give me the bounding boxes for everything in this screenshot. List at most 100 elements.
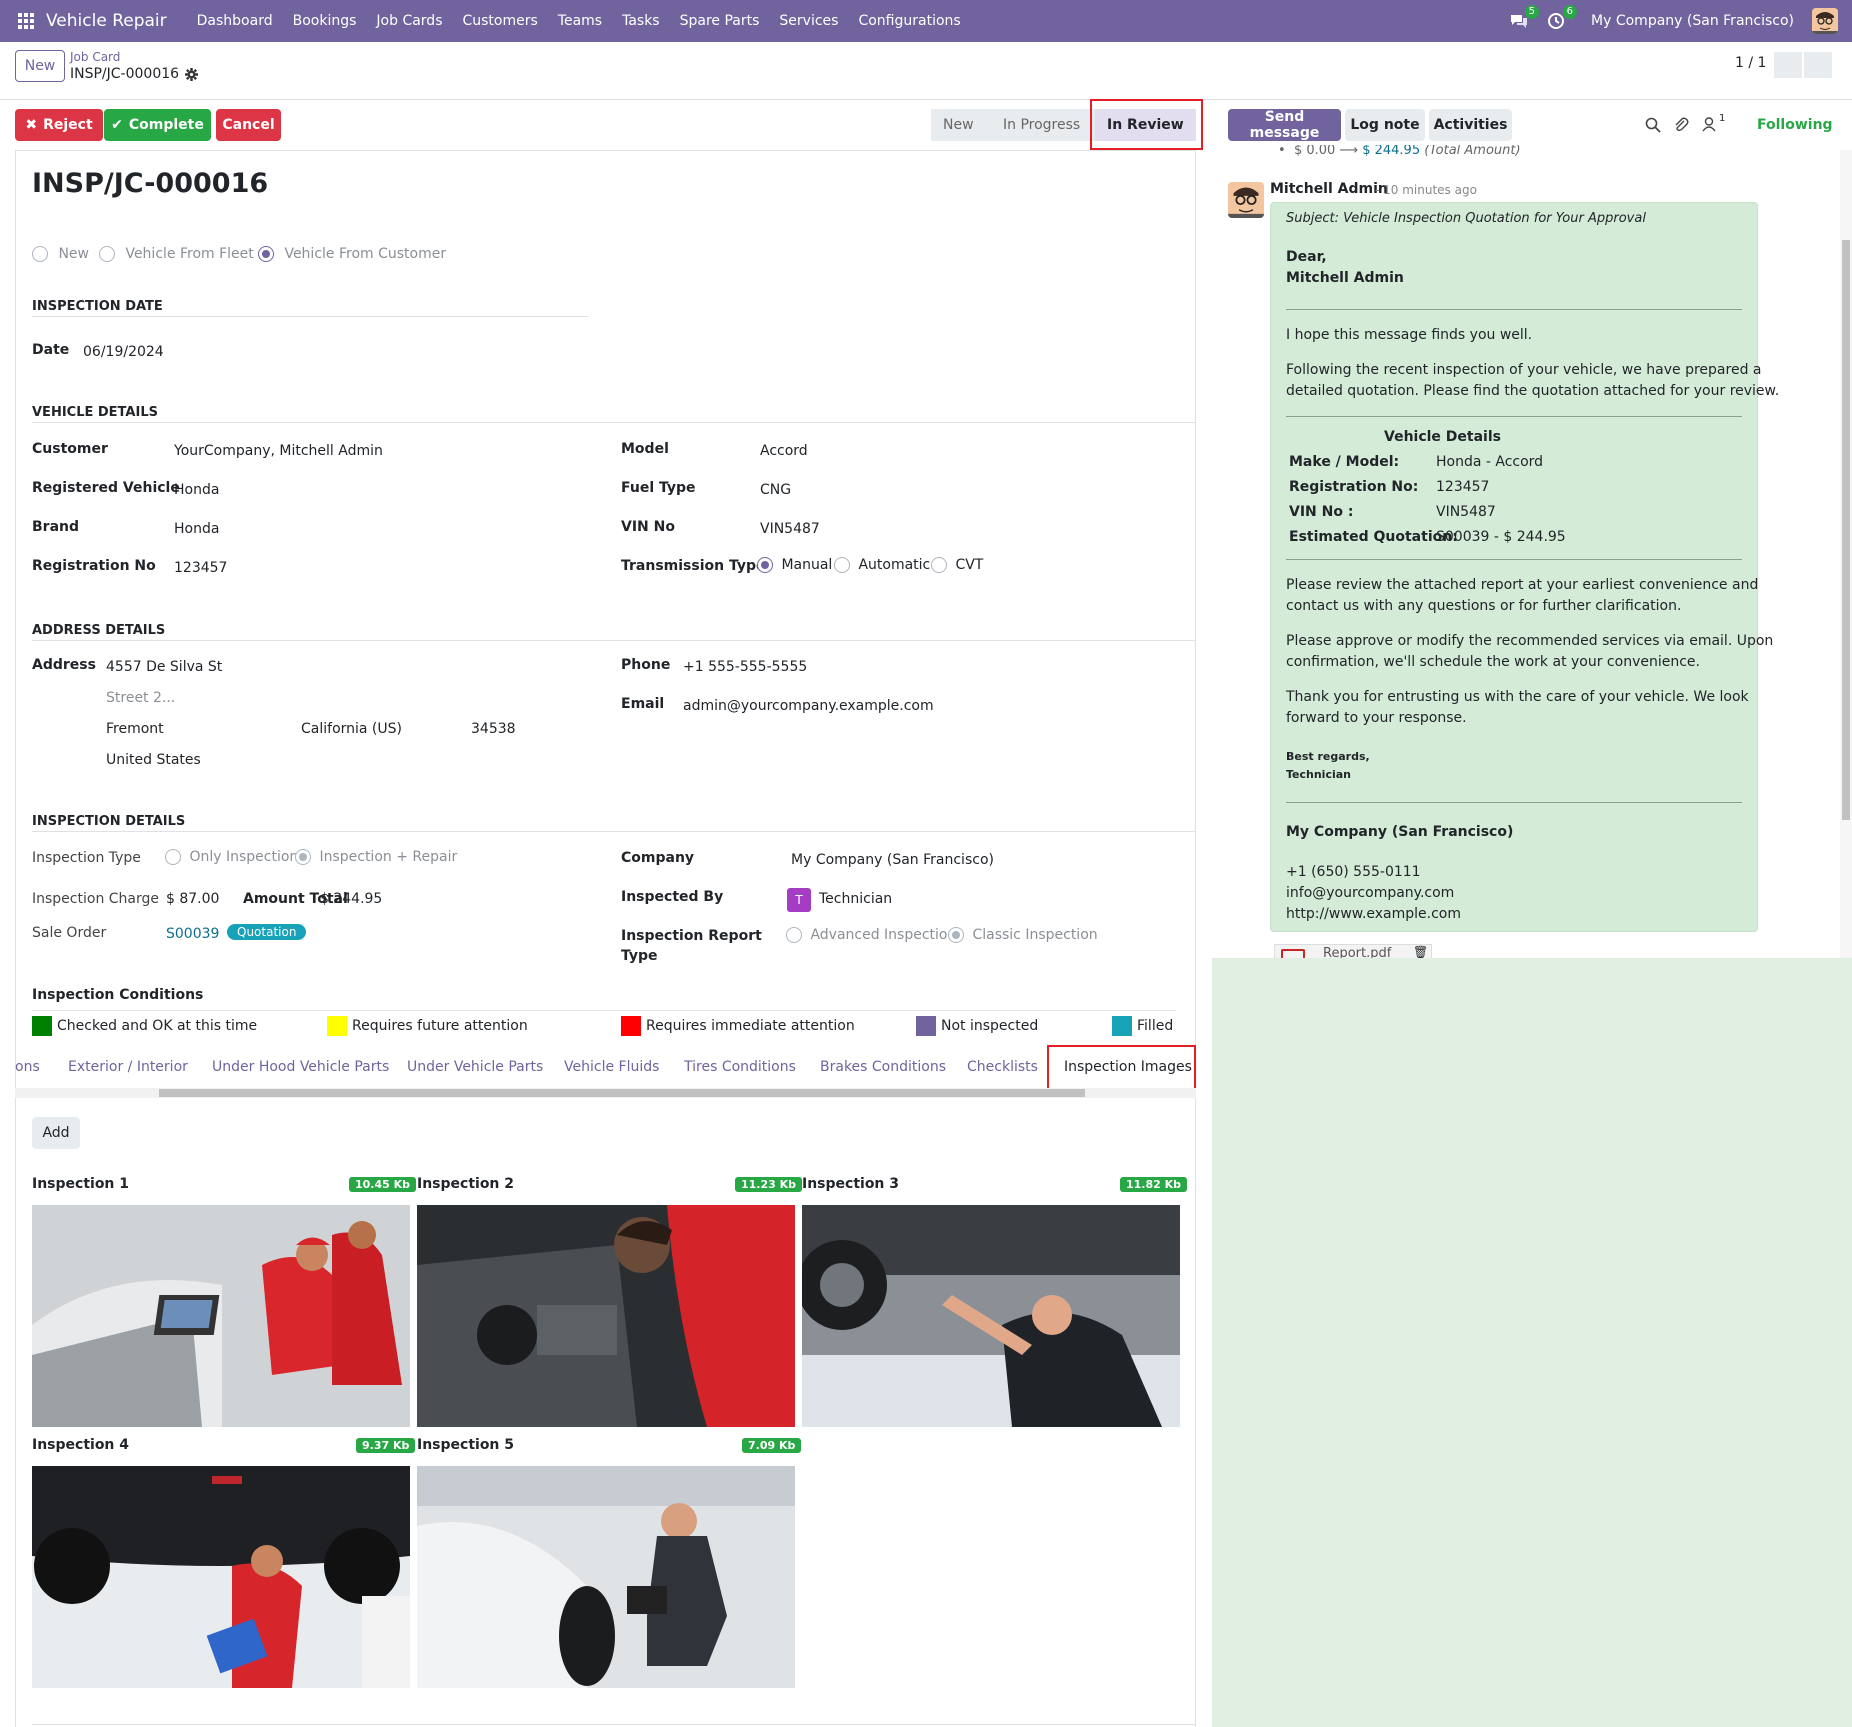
message-author[interactable]: Mitchell Admin <box>1270 181 1388 197</box>
registered-vehicle-field[interactable]: Honda <box>174 482 219 498</box>
fuel-type-field[interactable]: CNG <box>760 482 791 498</box>
phone-field[interactable]: +1 555-555-5555 <box>683 659 807 675</box>
activities-clock-icon[interactable]: 6 <box>1547 5 1578 30</box>
following-button[interactable]: Following <box>1757 117 1833 133</box>
log-note-button[interactable]: Log note <box>1345 109 1425 141</box>
user-avatar[interactable] <box>1812 8 1838 34</box>
tab-brakes-conditions[interactable]: Brakes Conditions <box>820 1059 946 1075</box>
menu-configurations[interactable]: Configurations <box>858 13 960 29</box>
divider <box>1286 416 1742 417</box>
company-switcher[interactable]: My Company (San Francisco) <box>1591 13 1794 29</box>
transmission-manual-option[interactable]: Manual <box>757 557 832 573</box>
attachment-card[interactable]: Report.pdf 🗑 <box>1274 944 1432 958</box>
divider <box>1286 559 1742 560</box>
sale-order-label: Sale Order <box>32 925 107 941</box>
model-field[interactable]: Accord <box>760 443 808 459</box>
legend-label-filled: Filled <box>1137 1018 1174 1034</box>
menu-customers[interactable]: Customers <box>462 13 537 29</box>
tab-vehicle-fluids[interactable]: Vehicle Fluids <box>564 1059 659 1075</box>
complete-button[interactable]: ✔ Complete <box>104 109 211 141</box>
messages-icon[interactable]: 5 <box>1509 5 1540 30</box>
menu-bookings[interactable]: Bookings <box>293 13 357 29</box>
inspection-image-2[interactable] <box>417 1205 795 1427</box>
new-record-button[interactable]: New <box>15 50 65 82</box>
stage-in-review[interactable]: In Review <box>1095 109 1196 141</box>
notebook-tabs: ons Exterior / Interior Under Hood Vehic… <box>15 1045 1196 1091</box>
menu-services[interactable]: Services <box>779 13 838 29</box>
source-new-option[interactable]: New <box>32 246 89 262</box>
add-image-button[interactable]: Add <box>32 1117 80 1149</box>
activities-button[interactable]: Activities <box>1429 109 1512 141</box>
state-field[interactable]: California (US) <box>301 721 402 737</box>
customer-field[interactable]: YourCompany, Mitchell Admin <box>174 443 383 459</box>
date-field[interactable]: 06/19/2024 <box>83 344 164 360</box>
inspection-image-5[interactable] <box>417 1466 795 1688</box>
transmission-automatic-option[interactable]: Automatic <box>834 557 930 573</box>
zip-field[interactable]: 34538 <box>471 721 516 737</box>
tab-under-hood[interactable]: Under Hood Vehicle Parts <box>212 1059 389 1075</box>
cancel-button[interactable]: Cancel <box>216 109 281 141</box>
breadcrumb-parent[interactable]: Job Card <box>70 50 120 64</box>
vd-value-vin: VIN5487 <box>1436 504 1496 520</box>
tab-checklists[interactable]: Checklists <box>967 1059 1038 1075</box>
reject-button[interactable]: ✖ Reject <box>15 109 103 141</box>
tabs-horizontal-scrollbar[interactable] <box>15 1088 1196 1098</box>
stage-new[interactable]: New <box>931 109 991 141</box>
followers-icon[interactable] <box>1702 117 1716 132</box>
inspection-image-4[interactable] <box>32 1466 410 1688</box>
menu-tasks[interactable]: Tasks <box>622 13 660 29</box>
source-fleet-option[interactable]: Vehicle From Fleet <box>99 246 254 262</box>
legend-label-immediate: Requires immediate attention <box>646 1018 855 1034</box>
divider <box>32 640 1195 641</box>
registration-field[interactable]: 123457 <box>174 560 227 576</box>
menu-dashboard[interactable]: Dashboard <box>197 13 273 29</box>
inspection-image-1[interactable] <box>32 1205 410 1427</box>
company-field[interactable]: My Company (San Francisco) <box>791 852 994 868</box>
tab-exterior-interior[interactable]: Exterior / Interior <box>68 1059 188 1075</box>
country-field[interactable]: United States <box>106 752 201 768</box>
street2-field[interactable]: Street 2... <box>106 690 175 706</box>
inspection-repair-option[interactable]: Inspection + Repair <box>295 849 457 865</box>
inspection-image-3[interactable] <box>802 1205 1180 1427</box>
tab-tires-conditions[interactable]: Tires Conditions <box>684 1059 796 1075</box>
source-customer-option[interactable]: Vehicle From Customer <box>258 246 446 262</box>
city-field[interactable]: Fremont <box>106 721 164 737</box>
tab-under-vehicle[interactable]: Under Vehicle Parts <box>407 1059 543 1075</box>
transmission-cvt-option[interactable]: CVT <box>931 557 983 573</box>
advanced-inspection-option[interactable]: Advanced Inspection <box>786 927 956 943</box>
trash-icon[interactable]: 🗑 <box>1413 945 1428 958</box>
close-icon: ✖ <box>25 117 38 133</box>
image-size-badge-2: 11.23 Kb <box>735 1177 803 1192</box>
menu-job-cards[interactable]: Job Cards <box>376 13 442 29</box>
sale-order-link[interactable]: S00039 <box>166 926 219 942</box>
image-title-5: Inspection 5 <box>417 1437 515 1453</box>
pager-next-button[interactable] <box>1804 52 1832 78</box>
menu-teams[interactable]: Teams <box>558 13 602 29</box>
brand-field[interactable]: Honda <box>174 521 219 537</box>
chatter-scrollbar[interactable] <box>1840 150 1852 958</box>
message-paragraph-4b: confirmation, we'll schedule the work at… <box>1286 654 1700 670</box>
tab-inspection-images[interactable]: Inspection Images <box>1064 1059 1192 1075</box>
inspection-date-header: INSPECTION DATE <box>32 299 163 314</box>
tab-conditions[interactable]: ons <box>15 1059 40 1075</box>
street-field[interactable]: 4557 De Silva St <box>106 659 222 675</box>
send-message-button[interactable]: Send message <box>1228 109 1341 141</box>
message-signer: Technician <box>1286 768 1352 781</box>
classic-inspection-option[interactable]: Classic Inspection <box>948 927 1098 943</box>
inspected-by-field[interactable]: Technician <box>819 891 892 907</box>
inspection-charge-label: Inspection Charge <box>32 891 159 907</box>
pager-value[interactable]: 1 / 1 <box>1735 55 1766 71</box>
pager-previous-button[interactable] <box>1774 52 1802 78</box>
only-inspection-option[interactable]: Only Inspection <box>165 849 298 865</box>
menu-spare-parts[interactable]: Spare Parts <box>680 13 760 29</box>
paperclip-icon[interactable] <box>1673 116 1689 133</box>
address-label: Address <box>32 657 96 673</box>
search-icon[interactable] <box>1645 117 1661 133</box>
app-name[interactable]: Vehicle Repair <box>46 11 167 31</box>
apps-grid-icon[interactable] <box>18 13 34 29</box>
gear-icon[interactable] <box>185 67 199 81</box>
vin-field[interactable]: VIN5487 <box>760 521 820 537</box>
stage-in-progress[interactable]: In Progress <box>991 109 1095 141</box>
email-field[interactable]: admin@yourcompany.example.com <box>683 698 934 714</box>
control-panel: New Job Card INSP/JC-000016 1 / 1 <box>0 42 1852 100</box>
